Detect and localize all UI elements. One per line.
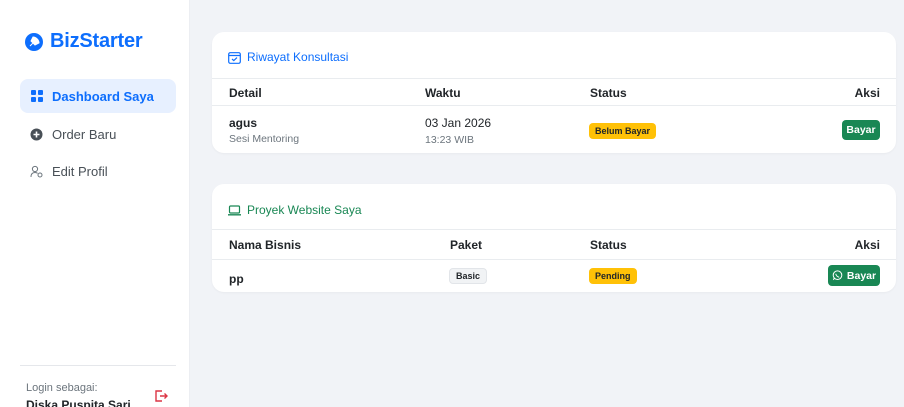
- user-gear-icon: [30, 165, 43, 178]
- column-header: Status: [590, 86, 627, 100]
- status-badge: Belum Bayar: [589, 123, 657, 139]
- divider: [212, 259, 896, 260]
- column-header: Detail: [229, 86, 262, 100]
- laptop-icon: [228, 204, 241, 215]
- package-badge: Basic: [449, 268, 488, 284]
- consultation-type: Sesi Mentoring: [229, 133, 300, 145]
- rocket-logo-icon: [25, 32, 43, 51]
- login-label: Login sebagai:: [26, 382, 98, 394]
- sidebar-divider: [20, 365, 176, 366]
- logout-icon[interactable]: [153, 388, 169, 404]
- column-header: Paket: [450, 238, 483, 252]
- plus-circle-icon: [30, 128, 43, 141]
- divider: [212, 105, 896, 106]
- pay-button[interactable]: Bayar: [842, 120, 880, 140]
- sidebar-item-label: Dashboard Saya: [52, 88, 154, 104]
- sidebar: BizStarter Dashboard Saya Order Baru Edi…: [0, 0, 190, 407]
- card-header: Proyek Website Saya: [228, 203, 362, 217]
- card-title: Proyek Website Saya: [247, 203, 362, 217]
- calendar-check-icon: [228, 51, 241, 64]
- pay-whatsapp-button[interactable]: Bayar: [828, 265, 880, 286]
- column-header: Aksi: [854, 86, 880, 100]
- column-header: Nama Bisnis: [229, 238, 302, 252]
- whatsapp-icon: [832, 270, 843, 281]
- brand[interactable]: BizStarter: [24, 30, 143, 53]
- grid-icon: [30, 90, 43, 103]
- brand-name: BizStarter: [50, 30, 143, 52]
- card-title: Riwayat Konsultasi: [247, 50, 349, 64]
- sidebar-item-label: Order Baru: [52, 126, 117, 142]
- sidebar-item-edit-profil[interactable]: Edit Profil: [20, 154, 176, 188]
- pay-button-label: Bayar: [846, 269, 877, 282]
- sidebar-item-order-baru[interactable]: Order Baru: [20, 117, 176, 151]
- status-badge: Pending: [589, 268, 637, 284]
- project-name: pp: [229, 272, 244, 286]
- website-projects-card: Proyek Website Saya Nama Bisnis Paket St…: [212, 184, 896, 292]
- sidebar-item-dashboard[interactable]: Dashboard Saya: [20, 79, 176, 113]
- column-header: Aksi: [854, 238, 880, 252]
- consultation-time: 13:23 WIB: [425, 134, 475, 146]
- divider: [212, 78, 896, 79]
- column-header: Waktu: [425, 86, 461, 100]
- card-header: Riwayat Konsultasi: [228, 50, 348, 64]
- consultation-history-card: Riwayat Konsultasi Detail Waktu Status A…: [212, 32, 896, 153]
- login-user-name: Diska Puspita Sari: [26, 398, 131, 407]
- column-header: Status: [590, 238, 627, 252]
- divider: [212, 229, 896, 230]
- consultation-date: 03 Jan 2026: [425, 116, 492, 130]
- consultation-name: agus: [229, 116, 258, 130]
- sidebar-item-label: Edit Profil: [52, 163, 108, 179]
